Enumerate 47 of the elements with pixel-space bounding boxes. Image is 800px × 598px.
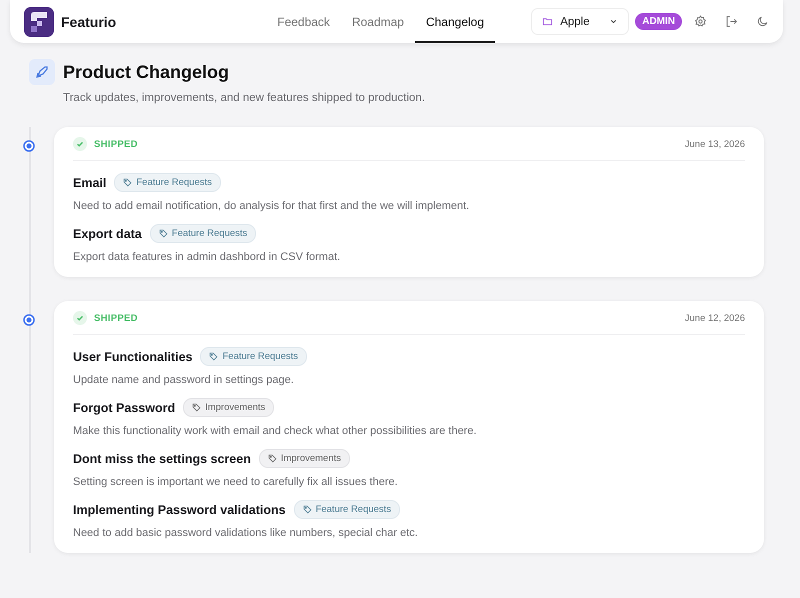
tag-icon — [158, 229, 168, 238]
item-title: User Functionalities — [73, 350, 192, 364]
moon-icon[interactable] — [756, 15, 769, 28]
item-title: Dont miss the settings screen — [73, 452, 251, 466]
tag-label: Feature Requests — [222, 351, 298, 362]
status-label: SHIPPED — [94, 312, 138, 324]
nav-tab[interactable]: Roadmap — [340, 0, 415, 43]
item-title: Email — [73, 176, 106, 190]
item-description: Update name and password in settings page. — [73, 374, 295, 386]
item-description: Setting screen is important we need to carefully fix all issues there. — [73, 476, 399, 488]
item-description: Need to add email notification, do analysis for that first and the we will implement. — [73, 200, 470, 212]
nav-tab[interactable]: Feedback — [266, 0, 341, 43]
timeline-dot — [23, 314, 35, 326]
check-icon — [73, 311, 87, 325]
timeline-dot — [23, 140, 35, 152]
tag-label: Feature Requests — [172, 228, 248, 239]
brand-name: Featurio — [61, 14, 116, 30]
release-date: June 12, 2026 — [684, 312, 745, 324]
tag-label: Feature Requests — [316, 504, 392, 515]
logo-icon — [24, 6, 54, 36]
tag-label: Feature Requests — [136, 177, 212, 188]
role-badge: ADMIN — [635, 13, 682, 30]
tag-icon — [209, 352, 218, 361]
tag-icon — [192, 403, 202, 412]
release-date: June 13, 2026 — [684, 138, 745, 150]
workspace-select[interactable]: Apple — [531, 8, 630, 35]
workspace-name: Apple — [560, 16, 591, 28]
item-title: Implementing Password validations — [73, 502, 286, 516]
tag-label: Improvements — [280, 453, 342, 464]
item-description: Export data features in admin dashbord in CSV format. — [73, 251, 342, 263]
tag-icon — [302, 505, 312, 514]
page-title: Product Changelog — [63, 62, 229, 82]
check-icon — [73, 137, 87, 151]
status-label: SHIPPED — [94, 138, 138, 150]
logout-icon[interactable] — [725, 15, 738, 28]
settings-icon[interactable] — [694, 15, 707, 28]
item-title: Forgot Password — [73, 400, 176, 414]
tag-label: Improvements — [205, 402, 266, 413]
page-subtitle: Track updates, improvements, and new features shipped to production. — [63, 92, 426, 104]
item-description: Make this functionality work with email and check what other possibilities are there. — [73, 425, 478, 437]
item-description: Need to add basic password validations like numbers, special char etc. — [73, 527, 419, 539]
tag-icon — [268, 454, 277, 463]
chevron-down-icon — [609, 17, 618, 26]
item-title: Export data — [73, 226, 142, 240]
nav-tab[interactable]: Changelog — [414, 0, 496, 43]
tag-icon — [123, 178, 132, 187]
folder-icon — [542, 16, 554, 27]
